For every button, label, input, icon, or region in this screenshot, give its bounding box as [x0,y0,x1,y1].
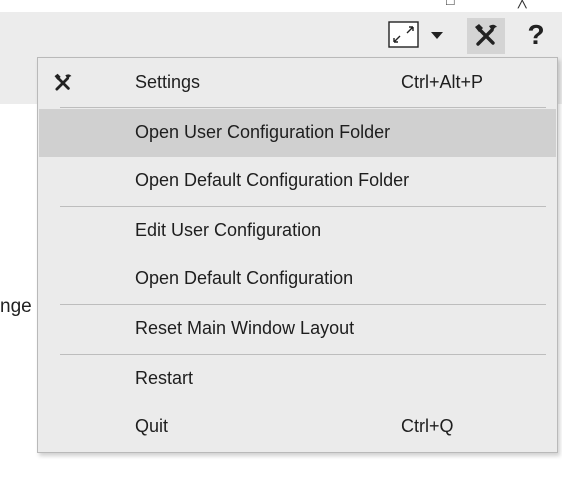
menu-item-quit[interactable]: Quit Ctrl+Q [39,403,556,451]
menu-item-label: Settings [135,72,201,92]
menu-separator [60,107,546,108]
partial-label: nge [0,296,32,317]
tools-icon [475,24,497,46]
expand-arrows-icon [388,21,419,48]
menu-item-label: Quit [135,416,169,436]
menu-item-open-default-config[interactable]: Open Default Configuration [39,255,556,303]
tools-icon [53,73,73,93]
tools-menu-button[interactable] [467,18,505,54]
caret-down-icon [431,31,443,39]
fullscreen-button[interactable] [388,21,419,48]
menu-item-shortcut: Ctrl+Q [401,416,454,436]
menu-item-reset-layout[interactable]: Reset Main Window Layout [39,305,556,353]
menu-item-label: Reset Main Window Layout [135,318,355,338]
maximize-icon[interactable]: □ [446,0,454,7]
menu-item-settings[interactable]: Settings Ctrl+Alt+P [39,59,556,107]
menu-item-label: Open User Configuration Folder [135,122,391,142]
menu-item-open-user-config-folder[interactable]: Open User Configuration Folder [39,109,556,157]
close-icon[interactable]: ╳ [518,0,526,7]
menu-item-label: Edit User Configuration [135,220,322,240]
menu-item-restart[interactable]: Restart [39,355,556,403]
fullscreen-dropdown[interactable] [428,26,446,44]
menu-item-edit-user-config[interactable]: Edit User Configuration [39,207,556,255]
menu-item-label: Restart [135,368,194,388]
menu-item-shortcut: Ctrl+Alt+P [401,72,484,92]
tools-dropdown-menu: Settings Ctrl+Alt+P Open User Configurat… [37,57,558,453]
help-button[interactable]: ? [521,15,551,55]
menu-item-label: Open Default Configuration [135,268,354,288]
menu-item-open-default-config-folder[interactable]: Open Default Configuration Folder [39,157,556,205]
menu-item-label: Open Default Configuration Folder [135,170,410,190]
title-bar: □ ╳ [0,0,562,12]
